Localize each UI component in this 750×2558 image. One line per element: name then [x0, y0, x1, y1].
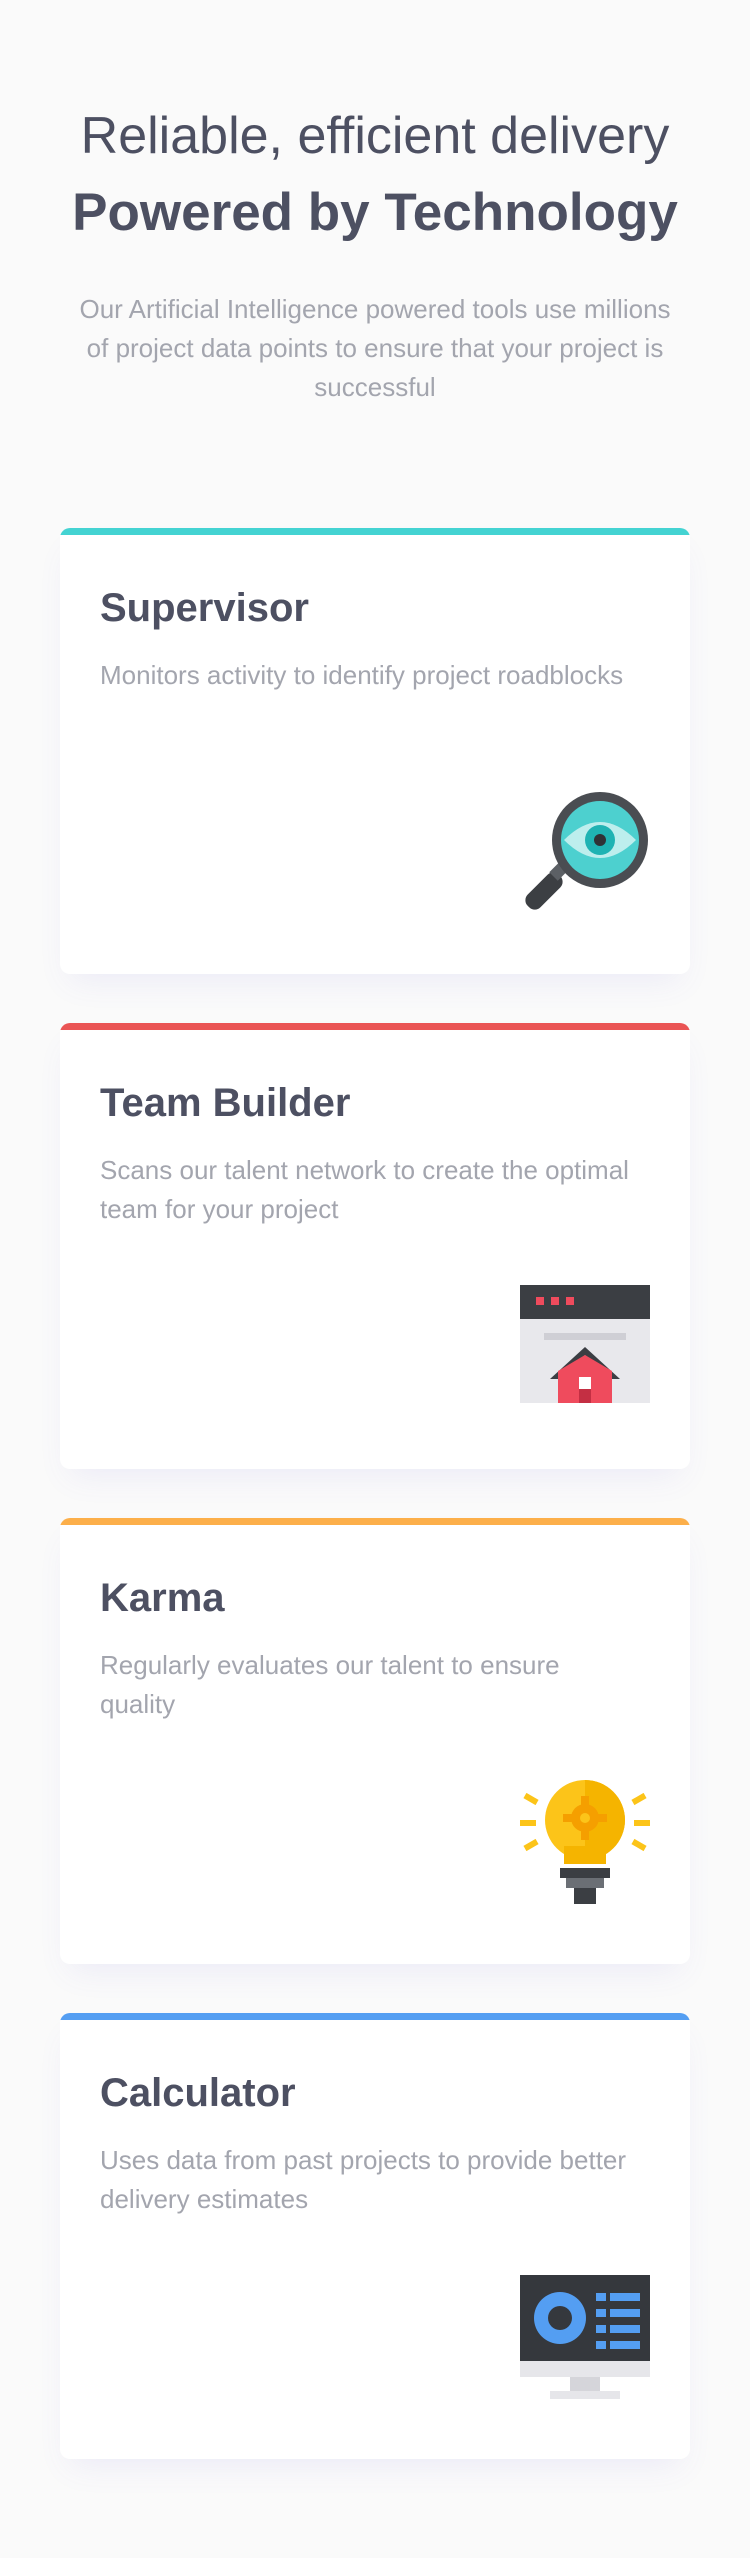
card-description: Monitors activity to identify project ro… [100, 660, 624, 690]
card-title: Supervisor [100, 586, 309, 630]
card-accent-bar [60, 2013, 690, 2020]
browser-home-icon [520, 1285, 650, 1415]
card-title: Team Builder [100, 1081, 351, 1125]
page-title-light: Reliable, efficient delivery [80, 107, 670, 165]
lightbulb-gear-icon [520, 1780, 650, 1910]
card-team-builder: Team Builder Scans our talent network to… [60, 1023, 690, 1469]
card-description: Regularly evaluates our talent to ensure… [100, 1650, 560, 1719]
card-karma: Karma Regularly evaluates our talent to … [60, 1518, 690, 1964]
card-title: Karma [100, 1576, 225, 1620]
card-accent-bar [60, 528, 690, 535]
card-description: Uses data from past projects to provide … [100, 2145, 627, 2214]
card-accent-bar [60, 1518, 690, 1525]
card-description: Scans our talent network to create the o… [100, 1155, 629, 1224]
page-title-bold: Powered by Technology [72, 183, 678, 242]
card-accent-bar [60, 1023, 690, 1030]
card-supervisor: Supervisor Monitors activity to identify… [60, 528, 690, 974]
card-title: Calculator [100, 2071, 296, 2115]
monitor-chart-icon [520, 2275, 650, 2405]
page-subtitle: Our Artificial Intelligence powered tool… [79, 294, 671, 402]
card-calculator: Calculator Uses data from past projects … [60, 2013, 690, 2459]
magnifier-eye-icon [520, 790, 650, 920]
